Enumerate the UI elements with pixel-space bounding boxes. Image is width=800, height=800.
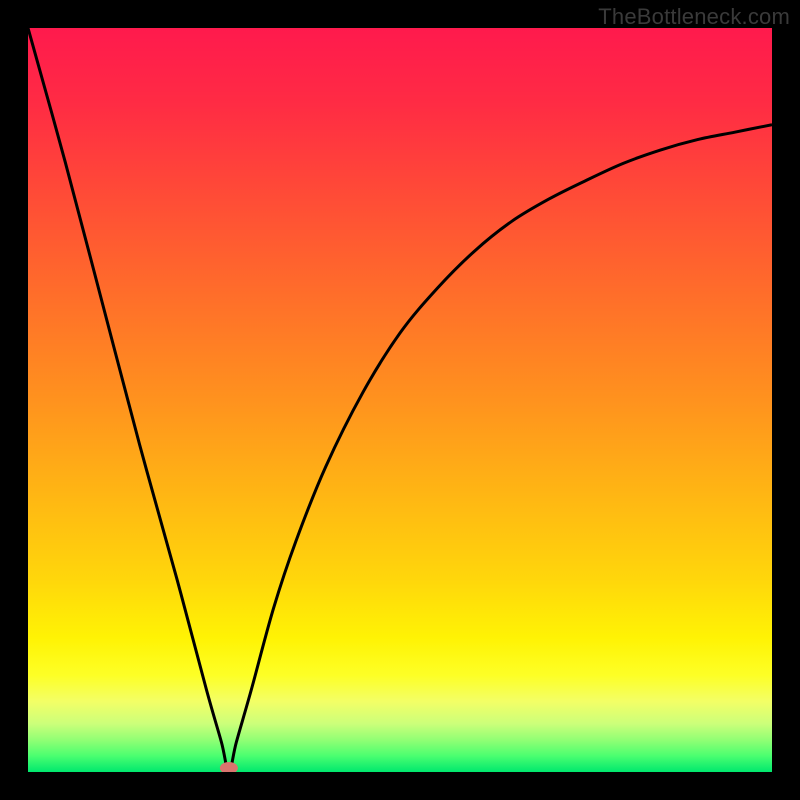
curve-layer: [28, 28, 772, 772]
bottleneck-curve: [28, 28, 772, 772]
plot-area: [28, 28, 772, 772]
watermark-text: TheBottleneck.com: [598, 4, 790, 30]
chart-frame: TheBottleneck.com: [0, 0, 800, 800]
optimal-point-marker: [220, 762, 238, 772]
